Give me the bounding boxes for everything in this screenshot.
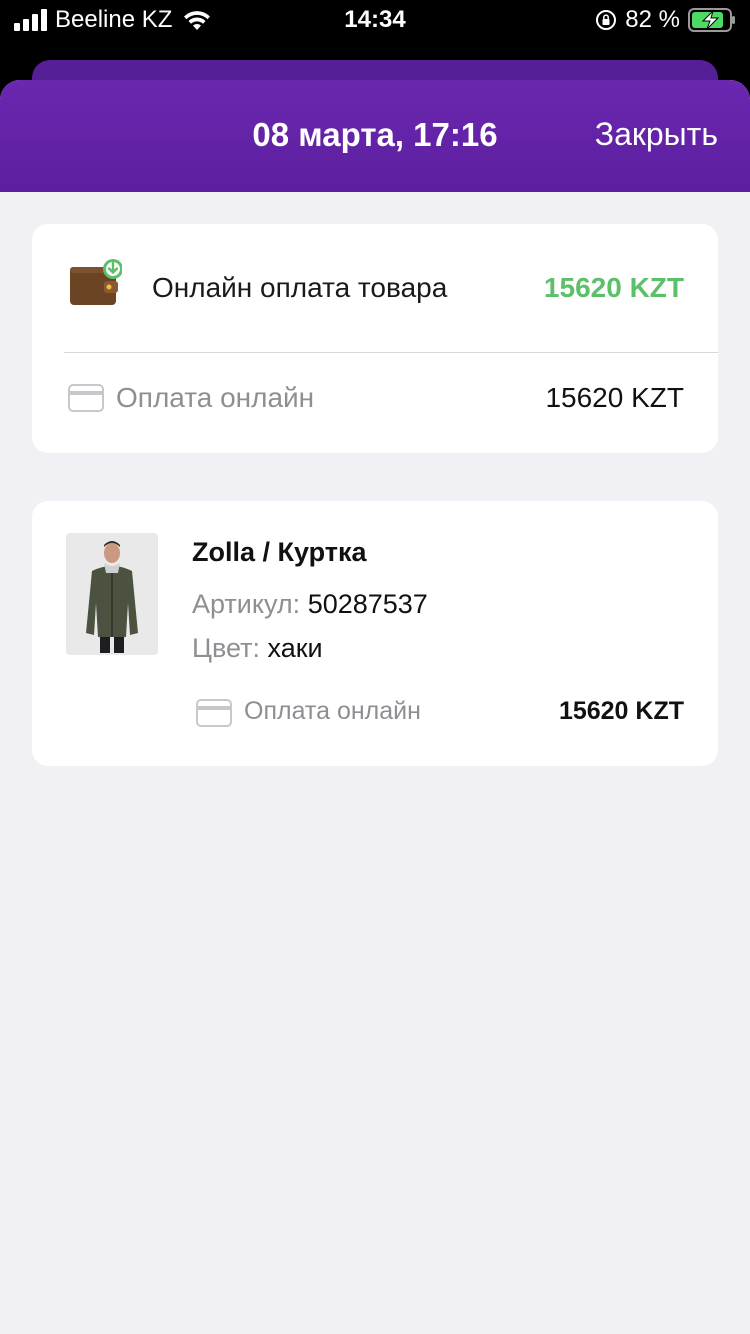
product-card[interactable]: Zolla / Куртка Артикул: 50287537 Цвет: х… <box>32 501 718 766</box>
divider <box>64 352 718 353</box>
credit-card-icon <box>196 699 232 727</box>
orientation-lock-icon <box>596 10 617 30</box>
battery-percent: 82 % <box>625 6 680 33</box>
article-row: Артикул: 50287537 <box>192 589 428 620</box>
payment-method-label: Оплата онлайн <box>116 382 315 413</box>
product-method-amount: 15620 KZT <box>558 697 684 725</box>
product-method-label: Оплата онлайн <box>244 697 421 725</box>
jacket-photo <box>66 533 158 655</box>
product-title: Zolla / Куртка <box>192 537 367 567</box>
payment-method-amount: 15620 KZT <box>545 382 684 413</box>
order-detail-sheet: 08 марта, 17:16 Закрыть Онлайн оплата то… <box>0 80 750 1334</box>
status-right: 82 % <box>595 6 736 34</box>
article-value: 50287537 <box>307 589 428 619</box>
payment-amount: 15620 KZT <box>543 272 684 303</box>
payment-card: Онлайн оплата товара 15620 KZT Оплата он… <box>32 224 718 453</box>
battery-charging-icon <box>688 8 735 32</box>
color-value: хаки <box>267 633 323 663</box>
article-key: Артикул: <box>192 589 301 619</box>
screen: Beeline KZ 14:34 82 % 08 марта, 17:16 За… <box>0 0 750 1334</box>
color-key: Цвет: <box>192 633 261 663</box>
credit-card-icon <box>68 384 104 412</box>
status-bar: Beeline KZ 14:34 82 % <box>0 0 750 40</box>
close-button[interactable]: Закрыть <box>595 116 718 153</box>
product-image[interactable] <box>66 533 158 655</box>
payment-title: Онлайн оплата товара <box>152 272 448 303</box>
sheet-header: 08 марта, 17:16 Закрыть <box>0 80 750 192</box>
wallet-icon <box>70 259 122 305</box>
color-row: Цвет: хаки <box>192 633 323 664</box>
